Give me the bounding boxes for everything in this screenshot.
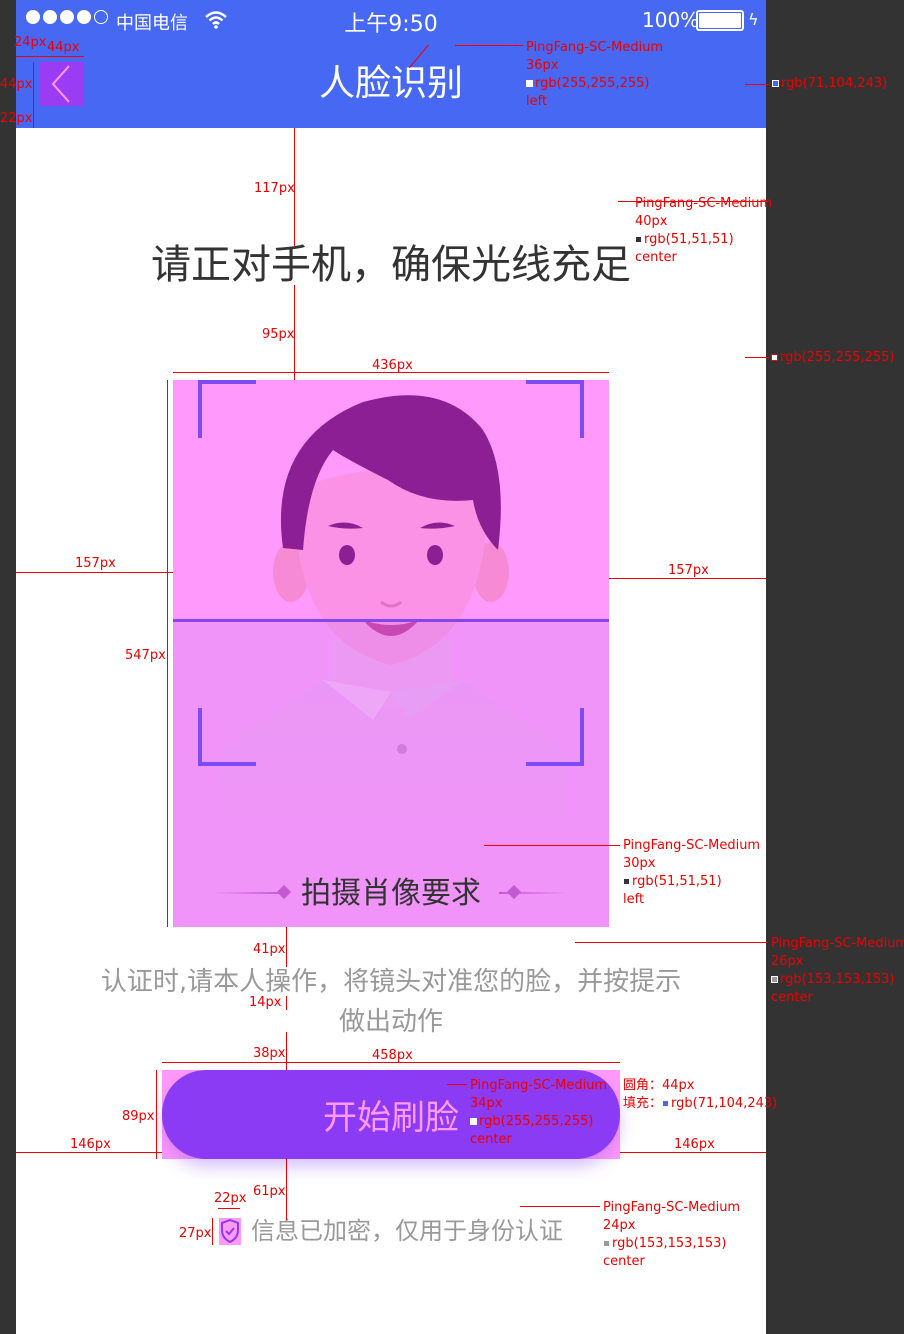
requirement-label[interactable]: 拍摄肖像要求 — [173, 874, 609, 914]
dim-label: 157px — [75, 556, 116, 571]
frame-corner-top-left — [198, 380, 256, 438]
dim-label: 458px — [372, 1048, 413, 1063]
dim-label: 44px — [47, 40, 80, 55]
annotation-nav-bg: rgb(71,104,243) — [772, 75, 887, 93]
annotation-page-bg: rgb(255,255,255) — [771, 349, 894, 367]
dim-label: 38px — [253, 1046, 286, 1061]
charging-icon: ϟ — [748, 10, 759, 29]
battery-icon — [696, 10, 744, 31]
dim-label: 41px — [253, 942, 286, 957]
secure-note-text: 信息已加密，仅用于身份认证 — [251, 1217, 563, 1245]
dim-label: 61px — [253, 1184, 286, 1199]
shield-check-icon — [219, 1217, 241, 1245]
annotation-secure-text: PingFang-SC-Medium 24px rgb(153,153,153)… — [603, 1200, 741, 1269]
frame-corner-top-right — [526, 380, 584, 438]
dim-label: 27px — [179, 1226, 212, 1241]
dim-label: 117px — [254, 181, 295, 196]
annotation-instruction: PingFang-SC-Medium 40px rgb(51,51,51) ce… — [635, 196, 773, 265]
dim-label: 547px — [125, 648, 166, 663]
dim-label: 146px — [70, 1137, 111, 1152]
dim-label: 14px — [249, 995, 282, 1010]
dim-label: 22px — [214, 1191, 247, 1206]
frame-corner-bottom-right — [526, 708, 584, 766]
scan-line — [173, 619, 609, 622]
dim-label: 89px — [122, 1109, 155, 1124]
hint-text: 认证时,请本人操作，将镜头对准您的脸，并按提示做出动作 — [100, 967, 682, 1037]
dim-label: 24px — [14, 35, 47, 50]
dim-label: 146px — [674, 1137, 715, 1152]
annotation-button-style: 圆角：44px 填充： rgb(71,104,243) — [623, 1078, 778, 1111]
dim-label: 44px — [0, 77, 33, 92]
dim-label: 436px — [372, 358, 413, 373]
dim-label: 22px — [0, 111, 33, 126]
annotation-hint: PingFang-SC-Medium 26px rgb(153,153,153)… — [771, 936, 904, 1005]
dim-label: 157px — [668, 563, 709, 578]
frame-corner-bottom-left — [198, 708, 256, 766]
annotation-nav-title: PingFang-SC-Medium 36px rgb(255,255,255)… — [526, 40, 664, 109]
status-bar: 中国电信 上午9:50 100% ϟ — [16, 0, 766, 40]
battery-percent: 100% — [642, 8, 700, 32]
dim-label: 95px — [262, 327, 295, 342]
annotation-button-text: PingFang-SC-Medium 34px rgb(255,255,255)… — [470, 1078, 608, 1147]
decor-line-right — [499, 892, 569, 894]
annotation-requirement: PingFang-SC-Medium 30px rgb(51,51,51) le… — [623, 838, 761, 907]
